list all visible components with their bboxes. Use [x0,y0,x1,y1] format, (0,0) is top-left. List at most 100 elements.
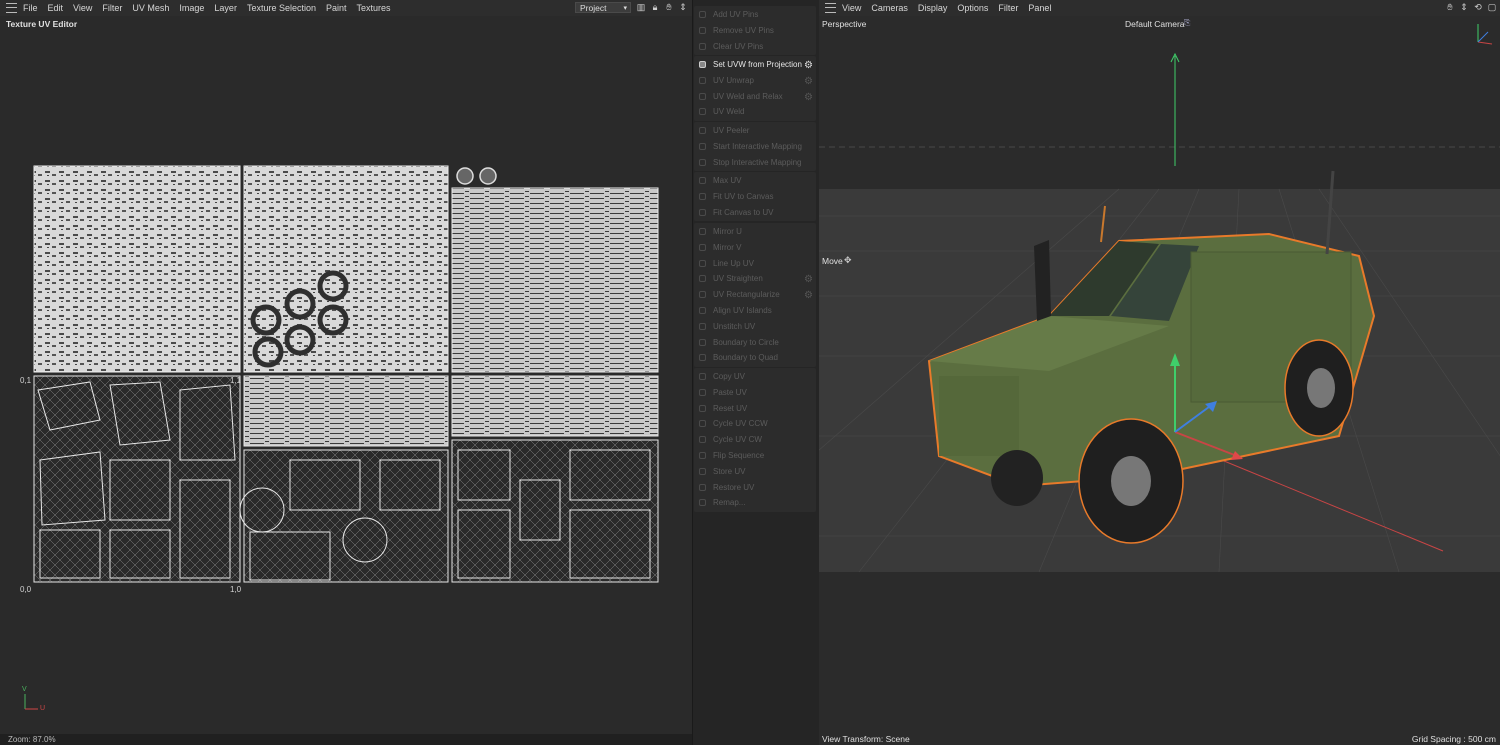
settings-gear-icon[interactable]: ⚙ [804,288,813,303]
vp-maximize-icon[interactable]: ▢ [1487,2,1497,13]
menu-texture-selection[interactable]: Texture Selection [247,3,316,13]
command-unstitch-uv[interactable]: Unstitch UV [695,319,815,334]
vp-menu-cameras[interactable]: Cameras [871,3,908,13]
command-align-uv-islands[interactable]: Align UV Islands [695,303,815,318]
command-icon [699,158,706,166]
command-remove-uv-pins[interactable]: Remove UV Pins [695,23,815,38]
command-restore-uv[interactable]: Restore UV [695,480,815,495]
command-set-uvw-from-projection[interactable]: Set UVW from Projection ⚙ [695,57,815,72]
command-stop-interactive-mapping[interactable]: Stop Interactive Mapping [695,155,815,170]
menu-paint[interactable]: Paint [326,3,347,13]
histogram-icon[interactable]: ▥ [636,2,646,13]
menu-uv-mesh[interactable]: UV Mesh [132,3,169,13]
command-label: Stop Interactive Mapping [713,157,802,167]
command-icon [699,436,706,444]
command-boundary-to-quad[interactable]: Boundary to Quad [695,350,815,365]
project-select[interactable]: Project [575,2,631,14]
command-reset-uv[interactable]: Reset UV [695,401,815,416]
vp-zoom-icon[interactable]: ⇕ [1459,2,1469,13]
hamburger-menu-icon[interactable] [6,3,17,13]
command-cycle-uv-ccw[interactable]: Cycle UV CCW [695,416,815,431]
command-uv-weld[interactable]: UV Weld [695,104,815,119]
settings-gear-icon[interactable]: ⚙ [804,58,813,73]
menu-file[interactable]: File [23,3,38,13]
command-label: Max UV [713,176,742,185]
command-label: Store UV [713,466,746,476]
command-uv-unwrap[interactable]: UV Unwrap ⚙ [695,73,815,88]
command-store-uv[interactable]: Store UV [695,464,815,479]
command-fit-canvas-to-uv[interactable]: Fit Canvas to UV [695,205,815,220]
command-label: Flip Sequence [713,451,765,460]
vp-pan-icon[interactable]: ✋︎ [1445,2,1455,13]
axis-u-label: U [40,705,46,712]
command-clear-uv-pins[interactable]: Clear UV Pins [695,39,815,54]
menu-layer[interactable]: Layer [214,3,237,13]
command-label: UV Peeler [713,126,750,135]
menu-view[interactable]: View [73,3,92,13]
command-line-up-uv[interactable]: Line Up UV [695,256,815,271]
command-uv-peeler[interactable]: UV Peeler [695,123,815,138]
uv-coord-1-0: 1,0 [230,585,242,594]
command-remap[interactable]: Remap... [695,495,815,510]
command-cycle-uv-cw[interactable]: Cycle UV CW [695,432,815,447]
lock-icon[interactable]: 🔒︎ [650,2,660,13]
command-uv-rectangularize[interactable]: UV Rectangularize ⚙ [695,287,815,302]
command-label: Boundary to Circle [713,337,779,347]
uv-coord-0-1: 0,1 [20,376,32,385]
command-label: Restore UV [713,482,755,492]
zoom-arrows-icon[interactable]: ⇕ [678,2,688,13]
command-fit-uv-to-canvas[interactable]: Fit UV to Canvas [695,189,815,204]
viewport-menubar: View Cameras Display Options Filter Pane… [819,0,1500,16]
command-label: Boundary to Quad [713,353,778,363]
command-icon [699,208,706,216]
command-icon [699,420,706,428]
command-start-interactive-mapping[interactable]: Start Interactive Mapping [695,139,815,154]
command-max-uv[interactable]: Max UV [695,173,815,188]
viewport-hamburger-icon[interactable] [825,3,836,13]
uv-commands-panel: Add UV Pins Remove UV Pins Clear UV Pins Se… [692,0,820,745]
vp-menu-options[interactable]: Options [957,3,988,13]
command-icon [699,11,706,18]
menu-image[interactable]: Image [179,3,204,13]
command-icon [699,499,706,507]
viewport-3d-scene[interactable] [819,16,1500,732]
command-icon [699,338,706,346]
vp-menu-panel[interactable]: Panel [1028,3,1051,13]
command-boundary-to-circle[interactable]: Boundary to Circle [695,335,815,350]
command-uv-straighten[interactable]: UV Straighten ⚙ [695,271,815,286]
command-add-uv-pins[interactable]: Add UV Pins [695,7,815,22]
command-icon [699,243,706,251]
command-uv-weld-and-relax[interactable]: UV Weld and Relax ⚙ [695,89,815,104]
menu-textures[interactable]: Textures [357,3,391,13]
command-label: Add UV Pins [713,10,759,19]
vp-menu-filter[interactable]: Filter [998,3,1018,13]
command-flip-sequence[interactable]: Flip Sequence [695,448,815,463]
vp-menu-display[interactable]: Display [918,3,948,13]
command-icon [699,483,706,491]
vp-menu-view[interactable]: View [842,3,861,13]
settings-gear-icon[interactable]: ⚙ [804,90,813,105]
command-icon [699,467,706,475]
command-icon [699,322,706,330]
command-label: Start Interactive Mapping [713,141,802,151]
command-label: Remove UV Pins [713,25,774,35]
settings-gear-icon[interactable]: ⚙ [804,74,813,89]
command-label: Paste UV [713,387,747,397]
axis-v-label: V [22,686,27,693]
settings-gear-icon[interactable]: ⚙ [804,272,813,287]
vp-rotate-icon[interactable]: ⟲ [1473,2,1483,13]
command-copy-uv[interactable]: Copy UV [695,369,815,384]
command-icon [699,388,706,396]
uv-canvas[interactable] [30,160,670,590]
uv-editor-panel: File Edit View Filter UV Mesh Image Laye… [0,0,692,745]
pan-hand-icon[interactable]: ✋︎ [664,2,674,13]
view-transform-status: View Transform: Scene [822,734,910,744]
menu-filter[interactable]: Filter [102,3,122,13]
command-mirror-u[interactable]: Mirror U [695,224,815,239]
camera-name[interactable]: Default Camera [1125,19,1185,29]
command-paste-uv[interactable]: Paste UV [695,385,815,400]
command-mirror-v[interactable]: Mirror V [695,240,815,255]
uv-island-bottom-left [33,375,241,583]
uv-coord-0-0: 0,0 [20,585,32,594]
menu-edit[interactable]: Edit [48,3,64,13]
